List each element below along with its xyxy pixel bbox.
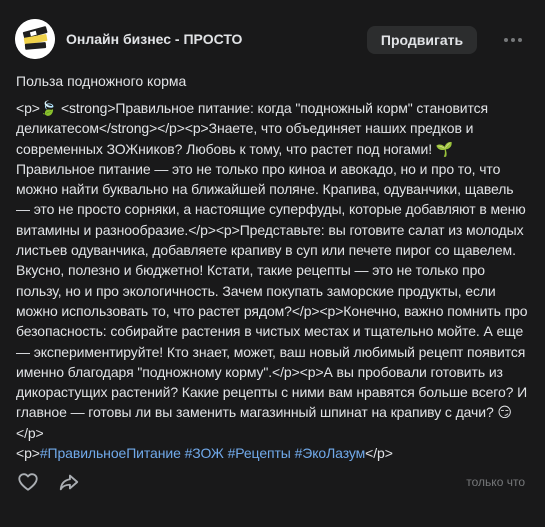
group-name[interactable]: Онлайн бизнес - ПРОСТО — [66, 31, 242, 47]
more-horizontal-icon[interactable] — [500, 28, 526, 52]
heart-icon[interactable] — [17, 471, 39, 493]
hashtag-link[interactable]: #ЭкоЛазум — [295, 445, 366, 461]
post-title: Польза подножного корма — [16, 73, 187, 89]
group-avatar[interactable] — [15, 19, 55, 59]
post-text: <p>🍃 <strong>Правильное питание: когда "… — [16, 98, 531, 463]
post-body-text: <p>🍃 <strong>Правильное питание: когда "… — [16, 100, 528, 441]
hashtag-prefix: <p> — [16, 445, 40, 462]
hashtag-link[interactable]: #ЗОЖ — [185, 445, 224, 461]
hashtag-link[interactable]: #ПравильноеПитание — [40, 445, 181, 461]
hashtag-link[interactable]: #Рецепты — [228, 445, 291, 461]
post-header: Онлайн бизнес - ПРОСТО Продвигать — [0, 0, 545, 80]
share-arrow-icon[interactable] — [58, 471, 80, 493]
post-footer: только что — [0, 462, 545, 502]
post-time: только что — [466, 475, 525, 489]
hashtags-line: <p>#ПравильноеПитание #ЗОЖ #Рецепты #Эко… — [16, 443, 531, 463]
promote-button[interactable]: Продвигать — [367, 26, 477, 54]
hashtag-suffix: </p> — [365, 445, 393, 462]
post-card: Онлайн бизнес - ПРОСТО Продвигать Польза… — [0, 0, 545, 527]
